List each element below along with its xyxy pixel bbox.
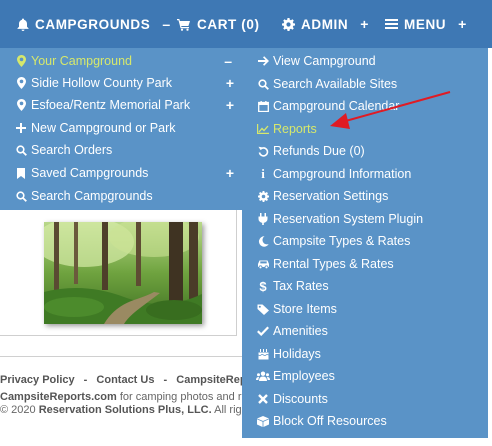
menu-item-discounts[interactable]: Discounts <box>256 388 328 410</box>
menu-item-refunds-due[interactable]: Refunds Due (0) <box>256 140 365 162</box>
campground-photo <box>34 217 202 324</box>
menu-item-search-available-sites[interactable]: Search Available Sites <box>256 73 397 95</box>
menu-item-tax-rates[interactable]: $ Tax Rates <box>256 275 328 297</box>
company-name: Reservation Solutions Plus, LLC. <box>38 404 212 416</box>
menu-item-saved-campgrounds[interactable]: Saved Campgrounds <box>14 162 148 184</box>
cart-label: CART (0) <box>197 16 260 32</box>
search-icon <box>14 190 28 202</box>
menu-label: MENU <box>404 16 447 32</box>
map-marker-icon <box>14 55 28 67</box>
menu-item-block-off-resources[interactable]: Block Off Resources <box>256 410 387 432</box>
dollar-icon: $ <box>259 278 267 294</box>
footer-divider <box>0 356 242 357</box>
menu-expand-icon[interactable]: + <box>458 16 467 32</box>
contact-us-link[interactable]: Contact Us <box>96 374 154 386</box>
cart-icon <box>177 18 191 31</box>
chart-icon <box>256 124 270 134</box>
check-icon <box>256 326 270 336</box>
footer-separator: - <box>163 374 168 386</box>
menu-item-esfoea-rentz[interactable]: Esfoea/Rentz Memorial Park <box>14 94 190 116</box>
car-icon <box>256 259 270 269</box>
birthday-cake-icon <box>256 348 270 360</box>
moon-icon <box>256 235 270 247</box>
campgrounds-menu-button[interactable]: CAMPGROUNDS – <box>17 16 171 32</box>
bookmark-icon <box>14 167 28 179</box>
cart-button[interactable]: CART (0) <box>177 17 260 32</box>
menu-item-campsite-types-rates[interactable]: Campsite Types & Rates <box>256 230 410 252</box>
footer-desc-text: for camping photos and re <box>116 391 248 403</box>
users-icon <box>256 371 270 381</box>
info-icon: i <box>261 166 265 181</box>
block-icon <box>256 415 270 427</box>
map-marker-icon <box>14 77 28 89</box>
menu-item-employees[interactable]: Employees <box>256 365 335 387</box>
main-menu-button[interactable]: MENU + <box>385 16 467 32</box>
footer-links: Privacy Policy - Contact Us - CampsiteRe… <box>0 374 264 386</box>
menu-item-holidays[interactable]: Holidays <box>256 343 321 365</box>
plug-icon <box>256 213 270 225</box>
plus-icon <box>14 123 28 133</box>
site-name[interactable]: CampsiteReports.com <box>0 391 117 403</box>
map-marker-icon <box>14 99 28 111</box>
undo-icon <box>256 146 270 157</box>
expand-saved-campgrounds-icon[interactable]: + <box>226 162 234 184</box>
search-icon <box>14 144 28 156</box>
admin-menu-button[interactable]: ADMIN + <box>282 16 369 32</box>
privacy-policy-link[interactable]: Privacy Policy <box>0 374 75 386</box>
admin-expand-icon[interactable]: + <box>360 16 369 32</box>
menu-item-your-campground[interactable]: Your Campground <box>14 50 132 72</box>
bell-icon <box>17 18 29 31</box>
close-icon <box>256 394 270 404</box>
menu-item-store-items[interactable]: Store Items <box>256 298 337 320</box>
search-icon <box>256 78 270 90</box>
menu-item-new-campground[interactable]: New Campground or Park <box>14 117 176 139</box>
expand-esfoea-rentz-icon[interactable]: + <box>226 94 234 116</box>
footer-separator: - <box>83 374 88 386</box>
admin-dropdown: View Campground Search Available Sites C… <box>242 48 488 438</box>
gear-icon <box>282 17 295 31</box>
menu-item-campground-information[interactable]: i Campground Information <box>256 163 411 185</box>
menu-item-reservation-system-plugin[interactable]: Reservation System Plugin <box>256 208 423 230</box>
menu-item-rental-types-rates[interactable]: Rental Types & Rates <box>256 253 394 275</box>
campgrounds-label: CAMPGROUNDS <box>35 16 151 32</box>
menu-item-campground-calendar[interactable]: Campground Calendar <box>256 95 399 117</box>
menu-item-search-campgrounds[interactable]: Search Campgrounds <box>14 185 153 207</box>
footer-copyright: © 2020 Reservation Solutions Plus, LLC. … <box>0 404 242 416</box>
menu-item-search-orders[interactable]: Search Orders <box>14 139 112 161</box>
copyright-prefix: © 2020 <box>0 404 39 416</box>
expand-sidie-hollow-icon[interactable]: + <box>226 72 234 94</box>
tag-icon <box>256 304 270 315</box>
campgrounds-dropdown: Your Campground – Sidie Hollow County Pa… <box>0 48 242 210</box>
admin-label: ADMIN <box>301 16 349 32</box>
copyright-suffix: All rig <box>211 404 242 416</box>
menu-item-sidie-hollow[interactable]: Sidie Hollow County Park <box>14 72 172 94</box>
menu-item-reports[interactable]: Reports <box>256 118 317 140</box>
campgrounds-collapse-icon[interactable]: – <box>162 16 170 32</box>
gear-icon <box>256 190 270 202</box>
collapse-your-campground-icon[interactable]: – <box>224 50 232 72</box>
footer-description: CampsiteReports.com for camping photos a… <box>0 391 248 403</box>
menu-item-amenities[interactable]: Amenities <box>256 320 328 342</box>
menu-item-view-campground[interactable]: View Campground <box>256 50 376 72</box>
arrow-right-icon <box>256 56 270 66</box>
hamburger-icon <box>385 18 398 30</box>
calendar-icon <box>256 100 270 112</box>
menu-item-reservation-settings[interactable]: Reservation Settings <box>256 185 388 207</box>
